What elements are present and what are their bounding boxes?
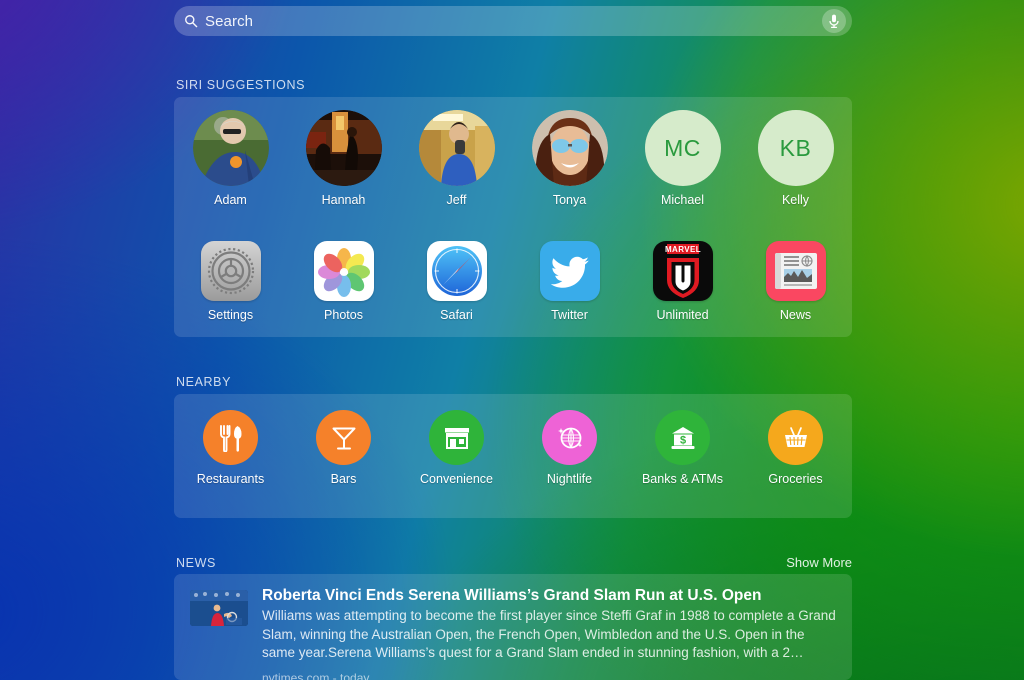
nearby-tile[interactable]: Bars xyxy=(287,410,400,486)
disco-ball-icon xyxy=(542,410,597,465)
app-name: Settings xyxy=(207,308,254,322)
contacts-row: Adam Hannah Jeff Tonya MC Michael KB Kel… xyxy=(174,110,852,207)
storefront-icon xyxy=(429,410,484,465)
settings-gear-icon xyxy=(200,241,261,301)
contact-name: Kelly xyxy=(781,193,810,207)
nearby-tile[interactable]: $ Banks & ATMs xyxy=(626,410,739,486)
app-name: Safari xyxy=(440,308,473,322)
contact-tile[interactable]: MC Michael xyxy=(626,110,739,207)
nearby-header: NEARBY xyxy=(176,375,852,389)
app-name: Twitter xyxy=(551,308,588,322)
nearby-tile[interactable]: Nightlife xyxy=(513,410,626,486)
nearby-tile[interactable]: Restaurants xyxy=(174,410,287,486)
apps-row: Settings Photos Safari Twitter MARVEL Un… xyxy=(174,241,852,322)
contact-name: Hannah xyxy=(321,193,366,207)
avatar-initials: MC xyxy=(644,110,721,186)
app-tile[interactable]: Photos xyxy=(287,241,400,322)
app-tile[interactable]: Safari xyxy=(400,241,513,322)
contact-name: Tonya xyxy=(552,193,587,207)
safari-compass-icon xyxy=(426,241,487,301)
news-source: nytimes.com - today xyxy=(262,670,370,680)
news-paper-icon xyxy=(765,241,826,301)
nearby-name: Nightlife xyxy=(546,472,593,486)
nearby-name: Convenience xyxy=(420,472,493,486)
avatar xyxy=(531,110,608,186)
search-input[interactable]: Search xyxy=(205,13,822,30)
nearby-tile[interactable]: Groceries xyxy=(739,410,852,486)
nearby-name: Bars xyxy=(330,472,357,486)
siri-suggestions-header: SIRI SUGGESTIONS xyxy=(176,78,852,92)
search-bar[interactable]: Search xyxy=(174,6,852,36)
avatar xyxy=(192,110,269,186)
contact-tile[interactable]: Tonya xyxy=(513,110,626,207)
basket-icon xyxy=(768,410,823,465)
svg-text:$: $ xyxy=(679,434,685,446)
photos-flower-icon xyxy=(313,241,374,301)
avatar xyxy=(305,110,382,186)
news-body: Roberta Vinci Ends Serena Williams’s Gra… xyxy=(262,587,836,680)
news-thumbnail xyxy=(190,590,248,626)
fork-knife-icon xyxy=(203,410,258,465)
news-headline[interactable]: Roberta Vinci Ends Serena Williams’s Gra… xyxy=(262,587,836,605)
twitter-bird-icon xyxy=(539,241,600,301)
app-name: Photos xyxy=(324,308,363,322)
svg-text:MARVEL: MARVEL xyxy=(664,245,700,254)
nearby-tile[interactable]: Convenience xyxy=(400,410,513,486)
siri-suggestions-card: Adam Hannah Jeff Tonya MC Michael KB Kel… xyxy=(174,97,852,337)
contact-tile[interactable]: KB Kelly xyxy=(739,110,852,207)
nearby-row: Restaurants Bars Convenience Nightlife $… xyxy=(174,410,852,486)
nearby-name: Groceries xyxy=(768,472,823,486)
nearby-card: Restaurants Bars Convenience Nightlife $… xyxy=(174,394,852,518)
contact-tile[interactable]: Jeff xyxy=(400,110,513,207)
nearby-name: Banks & ATMs xyxy=(641,472,724,486)
news-header: NEWS Show More xyxy=(176,555,852,570)
contact-name: Jeff xyxy=(446,193,467,207)
microphone-icon[interactable] xyxy=(822,9,846,33)
contact-name: Michael xyxy=(660,193,705,207)
app-tile[interactable]: News xyxy=(739,241,852,322)
news-card[interactable]: Roberta Vinci Ends Serena Williams’s Gra… xyxy=(174,574,852,680)
app-tile[interactable]: Settings xyxy=(174,241,287,322)
app-tile[interactable]: Twitter xyxy=(513,241,626,322)
app-name: News xyxy=(779,308,812,322)
show-more-button[interactable]: Show More xyxy=(786,555,852,570)
bank-dollar-icon: $ xyxy=(655,410,710,465)
app-tile[interactable]: MARVEL Unlimited xyxy=(626,241,739,322)
contact-name: Adam xyxy=(214,193,247,207)
cocktail-icon xyxy=(316,410,371,465)
nearby-name: Restaurants xyxy=(196,472,265,486)
news-description: Williams was attempting to become the fi… xyxy=(262,608,836,660)
contact-tile[interactable]: Adam xyxy=(174,110,287,207)
search-icon xyxy=(184,14,198,28)
nearby-title: NEARBY xyxy=(176,375,232,389)
avatar-initials: KB xyxy=(757,110,834,186)
spotlight-search-screen: Search SIRI SUGGESTIONS Adam Hannah Jeff… xyxy=(0,0,1024,680)
news-title: NEWS xyxy=(176,556,216,570)
app-name: Unlimited xyxy=(656,308,709,322)
contact-tile[interactable]: Hannah xyxy=(287,110,400,207)
avatar xyxy=(418,110,495,186)
marvel-unlimited-icon: MARVEL xyxy=(652,241,713,301)
siri-suggestions-title: SIRI SUGGESTIONS xyxy=(176,78,306,92)
